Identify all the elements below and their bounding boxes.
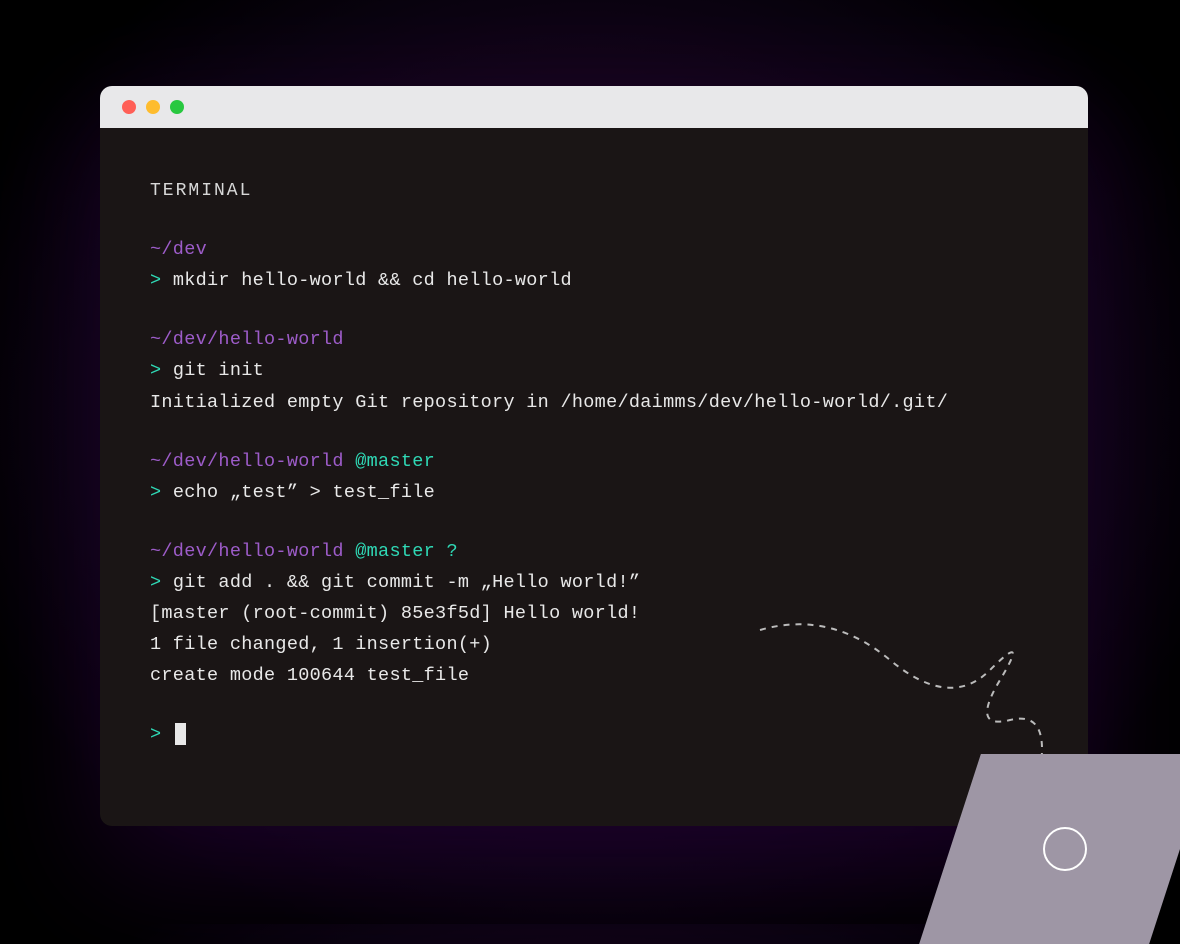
terminal-block: ~/dev/hello-world @master > echo „test” … — [150, 446, 1038, 508]
terminal-block: ~/dev/hello-world @master ? > git add . … — [150, 536, 1038, 691]
command-text: mkdir hello-world && cd hello-world — [173, 270, 572, 291]
cursor-icon — [175, 723, 186, 745]
command-output: 1 file changed, 1 insertion(+) — [150, 629, 1038, 660]
title-bar — [100, 86, 1088, 128]
terminal-block: ~/dev/hello-world > git init Initialized… — [150, 324, 1038, 417]
prompt-path: ~/dev/hello-world — [150, 329, 344, 350]
prompt-caret: > — [150, 360, 161, 381]
prompt-path: ~/dev — [150, 239, 207, 260]
prompt-caret: > — [150, 482, 161, 503]
active-prompt[interactable]: > — [150, 719, 1038, 750]
prompt-path: ~/dev/hello-world — [150, 541, 344, 562]
command-text: git add . && git commit -m „Hello world!… — [173, 572, 640, 593]
prompt-branch: @master ? — [355, 541, 458, 562]
command-text: echo „test” > test_file — [173, 482, 435, 503]
command-output: [master (root-commit) 85e3f5d] Hello wor… — [150, 598, 1038, 629]
close-icon[interactable] — [122, 100, 136, 114]
prompt-branch: @master — [355, 451, 435, 472]
terminal-body[interactable]: TERMINAL ~/dev > mkdir hello-world && cd… — [100, 128, 1088, 826]
terminal-block: ~/dev > mkdir hello-world && cd hello-wo… — [150, 234, 1038, 296]
maximize-icon[interactable] — [170, 100, 184, 114]
minimize-icon[interactable] — [146, 100, 160, 114]
prompt-caret: > — [150, 270, 161, 291]
prompt-caret: > — [150, 572, 161, 593]
command-output: Initialized empty Git repository in /hom… — [150, 387, 1038, 418]
command-text: git init — [173, 360, 264, 381]
terminal-label: TERMINAL — [150, 176, 1038, 206]
terminal-window: TERMINAL ~/dev > mkdir hello-world && cd… — [100, 86, 1088, 826]
circle-icon — [1043, 827, 1087, 871]
command-output: create mode 100644 test_file — [150, 660, 1038, 691]
prompt-caret: > — [150, 724, 161, 745]
prompt-path: ~/dev/hello-world — [150, 451, 344, 472]
